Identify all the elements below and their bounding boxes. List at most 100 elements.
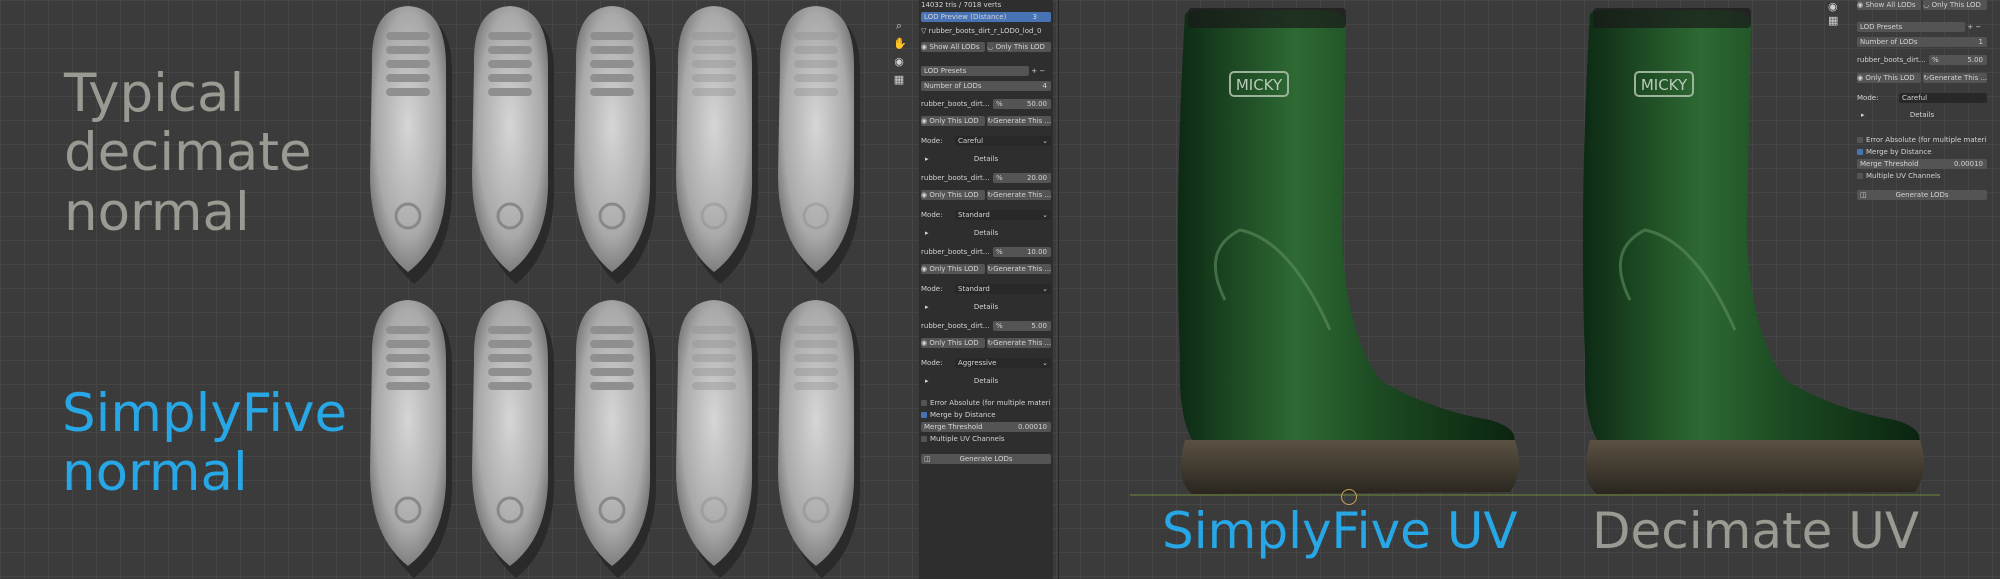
source-object-row[interactable]: ▽ rubber_boots_dirt_r_LOD0_lod_0 [921, 26, 1051, 36]
lod-name[interactable]: rubber_boots_dirt... [921, 100, 989, 108]
lod-presets-dropdown[interactable]: LOD Presets [921, 66, 1029, 76]
mode-dropdown[interactable]: Careful ⌄ [955, 136, 1051, 146]
camera-icon[interactable]: ◉ [1828, 0, 1840, 14]
only-this-lod-button[interactable]: ◉ Only This LOD [921, 264, 985, 274]
lod-view-toggles: ◉ Show All LODs ◡ Only This LOD [1857, 0, 1987, 10]
error-absolute-checkbox[interactable]: Error Absolute (for multiple materials) [921, 398, 1051, 408]
sole-tread [692, 326, 736, 334]
remove-icon[interactable]: − [1039, 67, 1045, 75]
only-this-lod-toggle[interactable]: ◡ Only This LOD [987, 42, 1051, 52]
lod-preview-field[interactable]: LOD Preview (Distance) 3 [921, 12, 1051, 22]
generate-this-lod-button[interactable]: ↻Generate This ... [987, 116, 1051, 126]
error-absolute-checkbox[interactable]: Error Absolute (for multiple materials) [1857, 135, 1987, 145]
only-this-lod-button[interactable]: ◉ Only This LOD [921, 190, 985, 200]
sole-tread [488, 74, 532, 82]
lod-name[interactable]: rubber_boots_dirt... [1857, 56, 1925, 64]
generate-this-lod-button[interactable]: ↻Generate This ... [987, 190, 1051, 200]
mode-row: Mode: Careful [1857, 93, 1987, 103]
mode-dropdown[interactable]: Standard ⌄ [955, 284, 1051, 294]
details-disclosure[interactable]: ▸ Details [1857, 110, 1987, 120]
sole-render [574, 6, 657, 284]
details-disclosure[interactable]: ▸ Details [921, 228, 1051, 238]
lod-actions: ◉ Only This LOD ↻Generate This ... [921, 264, 1051, 274]
details-disclosure[interactable]: ▸ Details [921, 302, 1051, 312]
multiple-uv-checkbox[interactable]: Multiple UV Channels [1857, 171, 1987, 181]
sole-tread [488, 340, 532, 348]
lod-percent-field[interactable]: % 5.00 [1929, 55, 1987, 65]
sole-renders [370, 6, 861, 578]
lod-percent-field[interactable]: % 5.00 [993, 321, 1051, 331]
only-this-lod-button[interactable]: ◉ Only This LOD [921, 338, 985, 348]
mode-row: Mode: Careful ⌄ [921, 136, 1051, 146]
lod-name[interactable]: rubber_boots_dirt... [921, 174, 989, 182]
number-of-lods-field[interactable]: Number of LODs 4 [921, 81, 1051, 91]
sole-shape [574, 300, 651, 566]
chevron-down-icon: ⌄ [1042, 211, 1048, 219]
button-label: Generate This ... [993, 265, 1051, 273]
generate-lods-button[interactable]: ◫ Generate LODs [921, 454, 1051, 464]
mode-dropdown[interactable]: Aggressive ⌄ [955, 358, 1051, 368]
source-object-name: rubber_boots_dirt_r_LOD0_lod_0 [928, 27, 1042, 35]
simplyfive-uv-label: SimplyFive UV [1162, 502, 1518, 560]
merge-threshold-field[interactable]: Merge Threshold 0.00010 [1857, 159, 1987, 169]
checkbox-label: Merge by Distance [930, 411, 996, 419]
chevron-right-icon: ▸ [925, 229, 929, 237]
details-disclosure[interactable]: ▸ Details [921, 154, 1051, 164]
lod-row: rubber_boots_dirt... % 50.00 [921, 99, 1051, 109]
checkbox-icon [921, 436, 927, 442]
lod-row: rubber_boots_dirt... % 5.00 [1857, 55, 1987, 65]
mode-dropdown[interactable]: Careful [1899, 93, 1987, 103]
sole-tread [386, 46, 430, 54]
button-label: Only This LOD [929, 265, 979, 273]
sole-tread [386, 88, 430, 96]
num-lods-value: 1 [1978, 38, 1983, 46]
hand-pan-icon[interactable]: ✋ [893, 38, 907, 50]
sole-tread [794, 340, 838, 348]
sole-tread [488, 354, 532, 362]
multiple-uv-checkbox[interactable]: Multiple UV Channels [921, 434, 1051, 444]
sole-shape [370, 6, 447, 272]
lod-percent-field[interactable]: % 10.00 [993, 247, 1051, 257]
only-this-lod-button[interactable]: ◉ Only This LOD [1857, 73, 1921, 83]
sole-shape [778, 300, 855, 566]
lod-name[interactable]: rubber_boots_dirt... [921, 322, 989, 330]
generate-this-lod-button[interactable]: ↻Generate This ... [987, 338, 1051, 348]
percent-symbol: % [996, 248, 1003, 256]
mode-dropdown[interactable]: Standard ⌄ [955, 210, 1051, 220]
sole-tread [386, 326, 430, 334]
checkbox-icon [1857, 173, 1863, 179]
merge-by-distance-checkbox[interactable]: Merge by Distance [1857, 147, 1987, 157]
sole-tread [590, 32, 634, 40]
show-all-lods-button[interactable]: ◉ Show All LODs [921, 42, 985, 52]
lod-percent-field[interactable]: % 50.00 [993, 99, 1051, 109]
show-all-lods-button[interactable]: ◉ Show All LODs [1857, 0, 1921, 10]
sole-tread [386, 74, 430, 82]
generate-lods-button[interactable]: ◫ Generate LODs [1857, 190, 1987, 200]
generate-this-lod-button[interactable]: ↻Generate This ... [987, 264, 1051, 274]
grid-icon[interactable]: ▦ [893, 74, 905, 86]
only-this-lod-button[interactable]: ◉ Only This LOD [921, 116, 985, 126]
sole-tread [488, 32, 532, 40]
camera-icon[interactable]: ◉ [893, 56, 905, 68]
percent-value: 10.00 [1026, 248, 1047, 256]
mode-label: Mode: [921, 211, 943, 219]
details-disclosure[interactable]: ▸ Details [921, 376, 1051, 386]
chevron-right-icon: ▸ [925, 303, 929, 311]
remove-icon[interactable]: − [1975, 23, 1981, 31]
lod-name[interactable]: rubber_boots_dirt... [921, 248, 989, 256]
add-icon[interactable]: + [1967, 23, 1973, 31]
lod-presets-dropdown[interactable]: LOD Presets [1857, 22, 1965, 32]
percent-value: 5.00 [1967, 56, 1983, 64]
generate-this-lod-button[interactable]: ↻Generate This ... [1923, 73, 1987, 83]
button-label: Only This LOD [995, 43, 1045, 51]
sole-render [472, 300, 555, 578]
add-icon[interactable]: + [1031, 67, 1037, 75]
only-this-lod-toggle[interactable]: ◡ Only This LOD [1923, 0, 1987, 10]
sole-tread [386, 382, 430, 390]
grid-icon[interactable]: ▦ [1828, 14, 1840, 28]
merge-threshold-field[interactable]: Merge Threshold 0.00010 [921, 422, 1051, 432]
zoom-icon[interactable]: ⌕ [893, 20, 905, 32]
merge-by-distance-checkbox[interactable]: Merge by Distance [921, 410, 1051, 420]
lod-percent-field[interactable]: % 20.00 [993, 173, 1051, 183]
number-of-lods-field[interactable]: Number of LODs 1 [1857, 37, 1987, 47]
